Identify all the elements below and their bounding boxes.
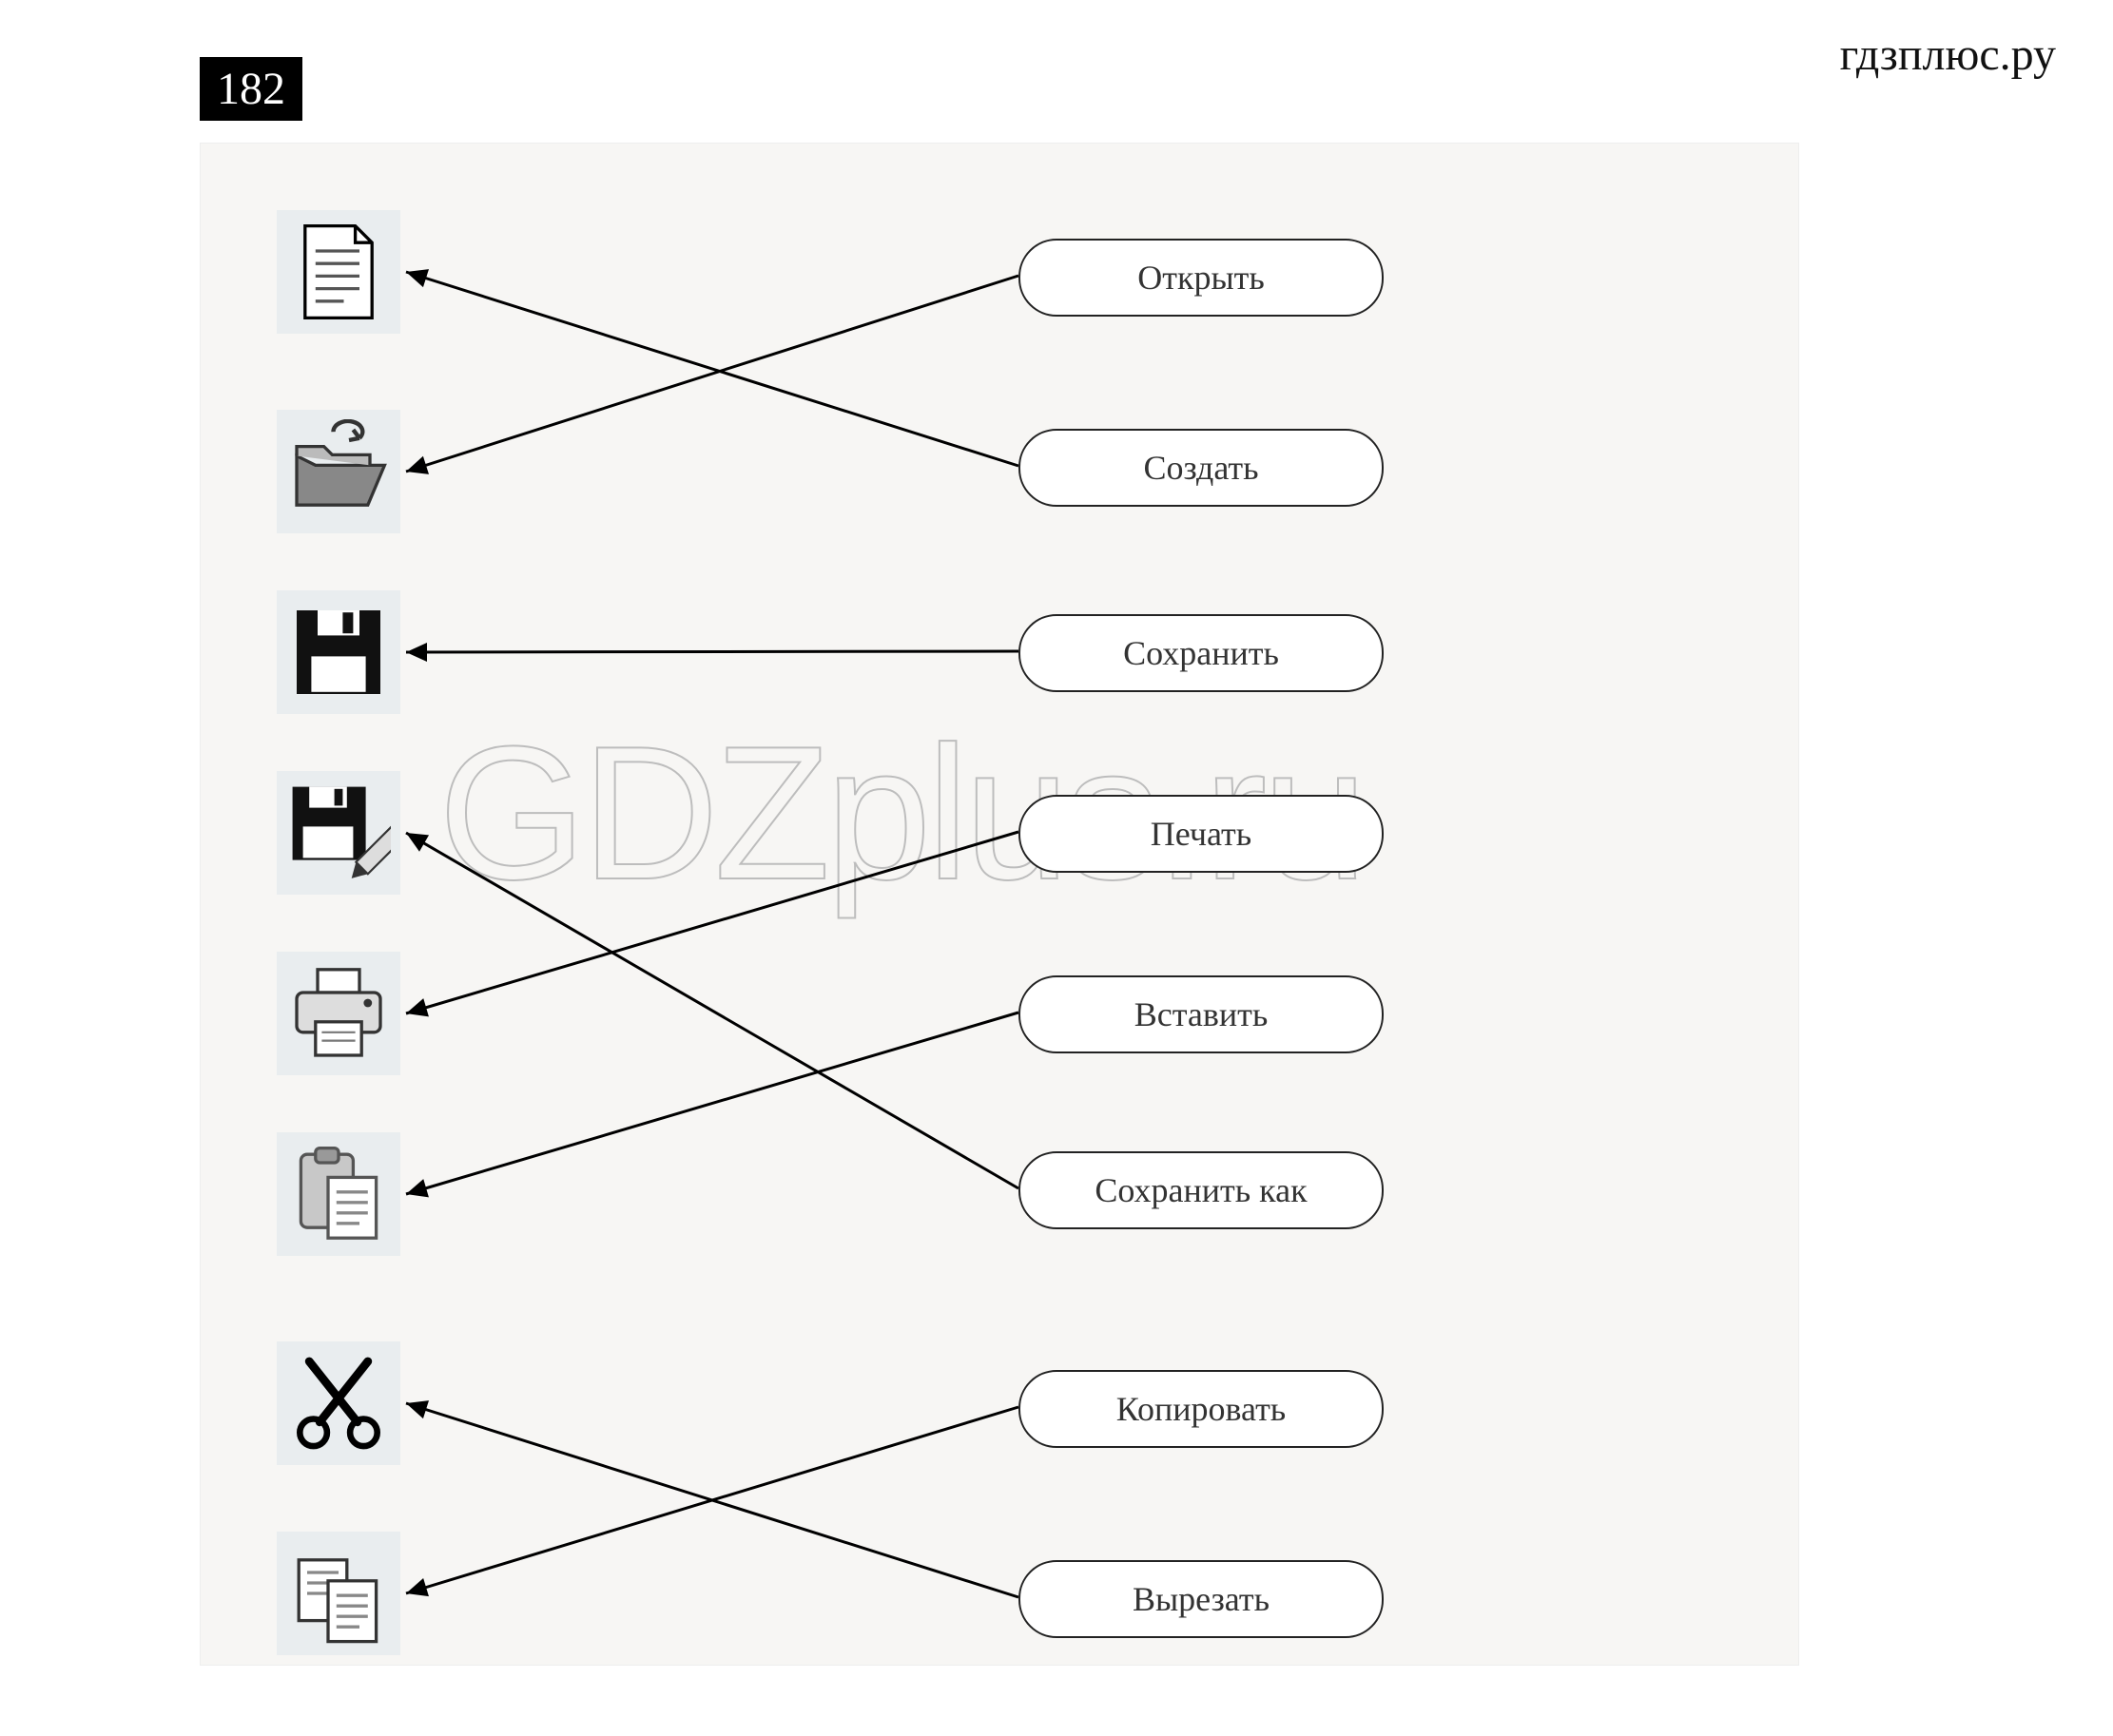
matching-diagram: GDZplus.ru: [200, 143, 1799, 1666]
folder-open-icon: [277, 410, 400, 533]
printer-icon: [277, 952, 400, 1075]
label-box-6: Копировать: [1018, 1370, 1384, 1448]
label-box-7: Вырезать: [1018, 1560, 1384, 1638]
label-box-1: Создать: [1018, 429, 1384, 507]
copy-icon: [277, 1532, 400, 1655]
floppy-pencil-icon: [277, 771, 400, 895]
label-box-2: Сохранить: [1018, 614, 1384, 692]
site-label: гдзплюс.ру: [1840, 29, 2056, 81]
page-number-badge: 182: [200, 57, 302, 121]
scissors-icon: [277, 1341, 400, 1465]
document-icon: [277, 210, 400, 334]
label-box-0: Открыть: [1018, 239, 1384, 317]
floppy-icon: [277, 590, 400, 714]
label-box-5: Сохранить как: [1018, 1151, 1384, 1229]
label-box-3: Печать: [1018, 795, 1384, 873]
label-box-4: Вставить: [1018, 975, 1384, 1053]
clipboard-icon: [277, 1132, 400, 1256]
